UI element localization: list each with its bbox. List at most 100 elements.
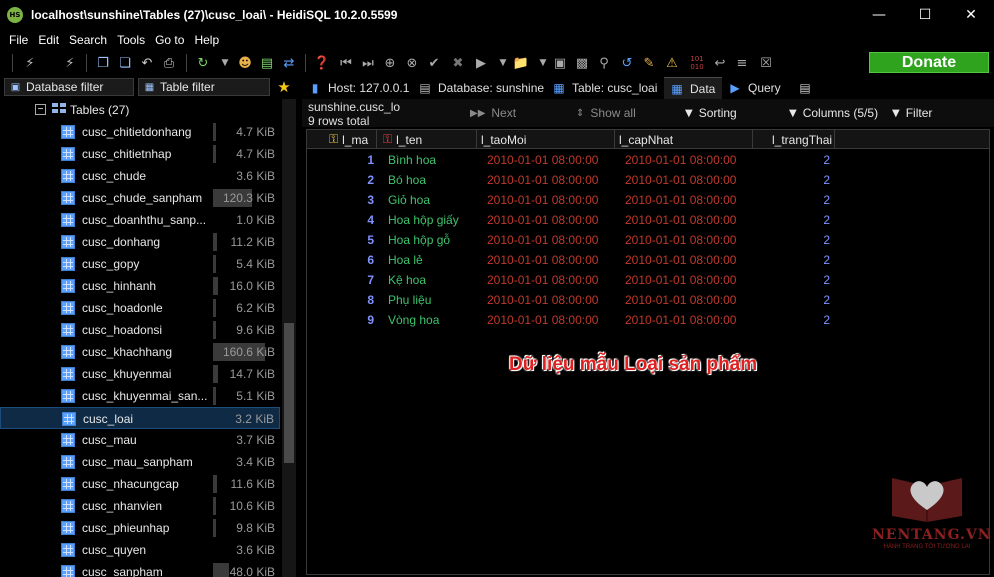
menu-tools[interactable]: Tools <box>112 33 150 47</box>
column-header-l-ma[interactable]: ⚿ l_ma <box>307 130 377 149</box>
tab-data[interactable]: ▦ Data <box>664 77 722 99</box>
cell-l-ten[interactable]: Kệ hoa <box>388 273 426 287</box>
cell-l-trangthai[interactable]: 2 <box>810 193 830 207</box>
table-row[interactable]: 2 Bó hoa 2010-01-01 08:00:00 2010-01-01 08:… <box>307 170 989 190</box>
favorite-star-icon[interactable]: ★ <box>275 78 293 96</box>
help-icon[interactable]: ❓ <box>313 54 331 72</box>
cell-l-capnhat[interactable]: 2010-01-01 08:00:00 <box>625 293 736 307</box>
cell-l-ma[interactable]: 2 <box>354 173 374 187</box>
cell-l-trangthai[interactable]: 2 <box>810 213 830 227</box>
replace-icon[interactable]: ↺ <box>618 54 636 72</box>
folder-dropdown-icon[interactable]: ▼ <box>534 54 552 72</box>
columns-button[interactable]: ▼ Columns (5/5) <box>789 106 878 120</box>
dropdown-arrow-icon[interactable]: ▼ <box>216 54 234 72</box>
maximize-button[interactable]: ☐ <box>902 0 948 30</box>
cell-l-ma[interactable]: 1 <box>354 153 374 167</box>
column-header-l-trangthai[interactable]: l_trangThai <box>753 130 835 149</box>
column-header-l-capnhat[interactable]: l_capNhat <box>615 130 753 149</box>
run-dropdown-icon[interactable]: ▼ <box>494 54 512 72</box>
cell-l-trangthai[interactable]: 2 <box>810 293 830 307</box>
refresh-icon[interactable]: ↻ <box>194 54 212 72</box>
tab-database[interactable]: ▤ Database: sunshine <box>412 77 546 99</box>
cell-l-taomoi[interactable]: 2010-01-01 08:00:00 <box>487 213 598 227</box>
tree-item-table[interactable]: cusc_mau_sanpham 3.4 KiB <box>0 451 280 473</box>
menu-edit[interactable]: Edit <box>33 33 64 47</box>
cell-l-trangthai[interactable]: 2 <box>810 173 830 187</box>
tree-item-table[interactable]: cusc_nhacungcap 11.6 KiB <box>0 473 280 495</box>
table-row[interactable]: 1 Bình hoa 2010-01-01 08:00:00 2010-01-01 0… <box>307 150 989 170</box>
cell-l-ma[interactable]: 7 <box>354 273 374 287</box>
menu-search[interactable]: Search <box>64 33 112 47</box>
cell-l-trangthai[interactable]: 2 <box>810 233 830 247</box>
cell-l-ten[interactable]: Hoa hộp gỗ <box>388 233 450 247</box>
copy-icon[interactable]: ❐ <box>94 54 112 72</box>
cell-l-taomoi[interactable]: 2010-01-01 08:00:00 <box>487 233 598 247</box>
tree-item-table[interactable]: cusc_chitietdonhang 4.7 KiB <box>0 121 280 143</box>
tree-item-table[interactable]: cusc_sanpham 48.0 KiB <box>0 561 280 577</box>
tree-item-table[interactable]: cusc_quyen 3.6 KiB <box>0 539 280 561</box>
tree-scroll-thumb[interactable] <box>284 323 294 463</box>
cell-l-trangthai[interactable]: 2 <box>810 273 830 287</box>
table-row[interactable]: 5 Hoa hộp gỗ 2010-01-01 08:00:00 2010-01-01… <box>307 230 989 250</box>
cell-l-ten[interactable]: Phụ liệu <box>388 293 431 307</box>
minimize-button[interactable]: — <box>856 0 902 30</box>
cell-l-ten[interactable]: Hoa hộp giấy <box>388 213 459 227</box>
cell-l-ma[interactable]: 4 <box>354 213 374 227</box>
cell-l-ma[interactable]: 6 <box>354 253 374 267</box>
tree-scrollbar[interactable] <box>282 99 296 577</box>
tree-item-table[interactable]: cusc_khachhang 160.6 KiB <box>0 341 280 363</box>
tree-item-table[interactable]: cusc_hoadonle 6.2 KiB <box>0 297 280 319</box>
tab-query[interactable]: ▶ Query <box>722 77 792 99</box>
format-sql-icon[interactable]: ✎ <box>640 54 658 72</box>
find-icon[interactable]: ⚲ <box>595 54 613 72</box>
cell-l-capnhat[interactable]: 2010-01-01 08:00:00 <box>625 273 736 287</box>
menu-goto[interactable]: Go to <box>150 33 189 47</box>
sorting-button[interactable]: ▼ Sorting <box>685 106 737 120</box>
cell-l-taomoi[interactable]: 2010-01-01 08:00:00 <box>487 173 598 187</box>
open-folder-icon[interactable]: 📁 <box>512 54 530 72</box>
donate-button[interactable]: Donate <box>869 52 989 73</box>
tree-item-table[interactable]: cusc_khuyenmai_san... 5.1 KiB <box>0 385 280 407</box>
table-row[interactable]: 3 Giỏ hoa 2010-01-01 08:00:00 2010-01-01 08… <box>307 190 989 210</box>
column-header-l-taomoi[interactable]: l_taoMoi <box>477 130 615 149</box>
cell-l-taomoi[interactable]: 2010-01-01 08:00:00 <box>487 313 598 327</box>
filter-button[interactable]: ▼ Filter <box>892 106 932 120</box>
binary-data-icon[interactable]: 101 010 <box>685 54 709 72</box>
insert-row-icon[interactable]: ⊕ <box>381 54 399 72</box>
show-all-button[interactable]: ⇕ Show all <box>576 106 636 120</box>
cell-l-taomoi[interactable]: 2010-01-01 08:00:00 <box>487 153 598 167</box>
tree-item-table[interactable]: cusc_hoadonsi 9.6 KiB <box>0 319 280 341</box>
last-record-icon[interactable]: ⏭ <box>359 54 377 72</box>
save-snippet-icon[interactable]: ▩ <box>573 54 591 72</box>
save-icon[interactable]: ▣ <box>551 54 569 72</box>
cell-l-taomoi[interactable]: 2010-01-01 08:00:00 <box>487 293 598 307</box>
close-button[interactable]: ✕ <box>948 0 994 30</box>
cell-l-taomoi[interactable]: 2010-01-01 08:00:00 <box>487 193 598 207</box>
cell-l-capnhat[interactable]: 2010-01-01 08:00:00 <box>625 253 736 267</box>
next-button[interactable]: ▶▶ Next <box>470 106 516 120</box>
tree-item-table[interactable]: cusc_loai 3.2 KiB <box>0 407 280 429</box>
tree-item-table[interactable]: cusc_khuyenmai 14.7 KiB <box>0 363 280 385</box>
user-manager-icon[interactable]: ☻ <box>236 54 254 72</box>
cell-l-capnhat[interactable]: 2010-01-01 08:00:00 <box>625 313 736 327</box>
cell-l-capnhat[interactable]: 2010-01-01 08:00:00 <box>625 193 736 207</box>
database-filter-input[interactable]: ▣ Database filter <box>4 78 134 96</box>
cell-l-ma[interactable]: 5 <box>354 233 374 247</box>
cell-l-ten[interactable]: Bó hoa <box>388 173 426 187</box>
cell-l-ten[interactable]: Hoa lẻ <box>388 253 423 267</box>
cell-l-ten[interactable]: Vòng hoa <box>388 313 439 327</box>
tree-item-table[interactable]: cusc_donhang 11.2 KiB <box>0 231 280 253</box>
first-record-icon[interactable]: ⏮ <box>337 54 355 72</box>
cell-l-taomoi[interactable]: 2010-01-01 08:00:00 <box>487 253 598 267</box>
cell-l-ma[interactable]: 9 <box>354 313 374 327</box>
cell-l-capnhat[interactable]: 2010-01-01 08:00:00 <box>625 213 736 227</box>
cell-l-trangthai[interactable]: 2 <box>810 253 830 267</box>
connect-plug-icon[interactable]: ⚡ <box>21 54 39 72</box>
table-row[interactable]: 4 Hoa hộp giấy 2010-01-01 08:00:00 2010-01-… <box>307 210 989 230</box>
tree-item-table[interactable]: cusc_mau 3.7 KiB <box>0 429 280 451</box>
menu-file[interactable]: File <box>4 33 33 47</box>
tab-table[interactable]: ▦ Table: cusc_loai <box>546 77 664 99</box>
table-row[interactable]: 7 Kệ hoa 2010-01-01 08:00:00 2010-01-01 08:… <box>307 270 989 290</box>
table-filter-input[interactable]: ▦ Table filter <box>138 78 270 96</box>
export-sql-icon[interactable]: ▤ <box>258 54 276 72</box>
